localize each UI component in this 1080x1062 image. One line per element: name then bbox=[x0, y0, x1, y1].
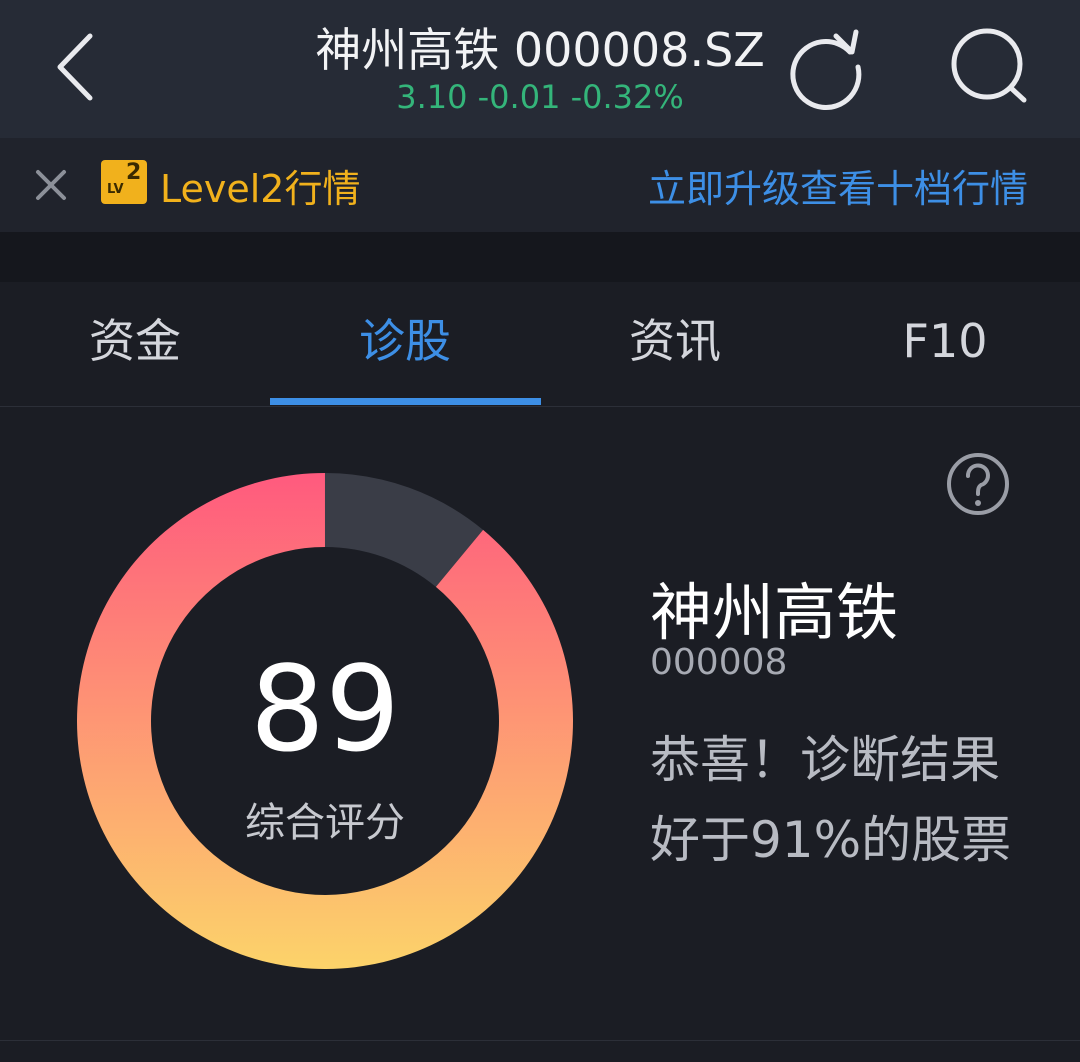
upgrade-link[interactable]: 立即升级查看十档行情 bbox=[648, 158, 1028, 213]
level2-label: Level2行情 bbox=[160, 167, 361, 211]
top-navigation-bar: 神州高铁 000008.SZ 3.10 -0.01 -0.32% bbox=[0, 0, 1080, 138]
close-promo-button[interactable] bbox=[26, 160, 76, 210]
refresh-button[interactable] bbox=[780, 22, 870, 112]
badge-lv-text: LV bbox=[107, 182, 124, 197]
section-divider bbox=[0, 232, 1080, 282]
tab-news[interactable]: 资讯 bbox=[540, 282, 810, 406]
stock-code: 000008 bbox=[650, 642, 788, 683]
overall-score: 89 bbox=[249, 640, 401, 778]
score-label: 综合评分 bbox=[245, 800, 405, 846]
tab-funds[interactable]: 资金 bbox=[0, 282, 270, 406]
active-tab-indicator bbox=[270, 398, 541, 405]
tab-diagnosis[interactable]: 诊股 bbox=[270, 282, 540, 406]
search-button[interactable] bbox=[944, 22, 1036, 112]
stock-name: 神州高铁 bbox=[650, 576, 899, 649]
level2-promo-bar: LV 2 Level2行情 立即升级查看十档行情 bbox=[0, 138, 1080, 232]
price-quote: 3.10 -0.01 -0.32% bbox=[396, 78, 684, 116]
page-title: 神州高铁 000008.SZ bbox=[315, 23, 765, 77]
bottom-divider bbox=[0, 1040, 1080, 1041]
diagnosis-result-line-1: 恭喜！诊断结果 bbox=[650, 731, 1000, 789]
badge-level-number: 2 bbox=[126, 160, 142, 185]
close-icon bbox=[36, 170, 66, 200]
diagnosis-result-line-2: 好于91%的股票 bbox=[650, 811, 1012, 869]
help-button[interactable] bbox=[944, 450, 1012, 518]
level2-badge-icon: LV 2 bbox=[101, 160, 147, 204]
question-circle-icon bbox=[947, 453, 1009, 515]
refresh-icon bbox=[790, 29, 862, 110]
search-icon bbox=[951, 28, 1027, 103]
tab-f10[interactable]: F10 bbox=[810, 282, 1080, 406]
tab-bar: 资金 诊股 资讯 F10 bbox=[0, 282, 1080, 407]
